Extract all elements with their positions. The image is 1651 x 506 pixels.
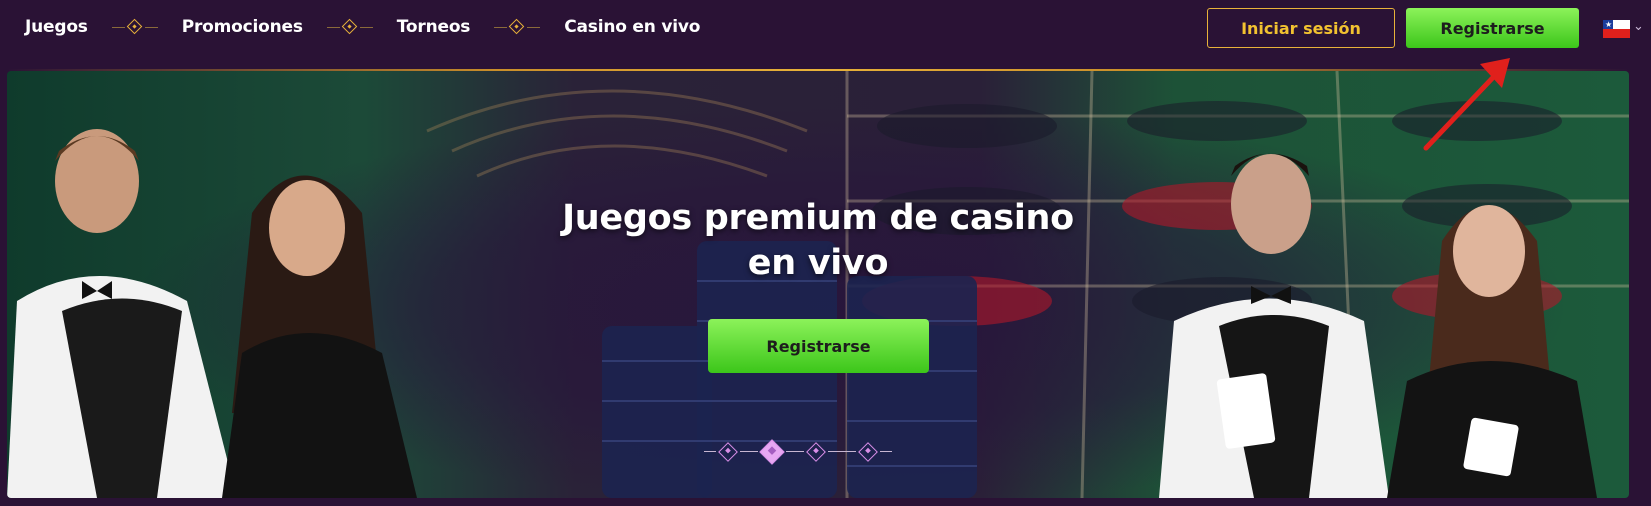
- carousel-dot[interactable]: [718, 442, 738, 462]
- annotation-arrow-icon: [1423, 58, 1510, 151]
- hero-title-line-2: en vivo: [747, 243, 889, 283]
- nav-separator-icon: [111, 18, 158, 35]
- register-button-header[interactable]: Registrarse: [1406, 8, 1579, 48]
- nav-item-torneos[interactable]: Torneos: [397, 17, 471, 37]
- carousel-dot[interactable]: [858, 442, 878, 462]
- language-selector[interactable]: ★ ⌄: [1603, 16, 1647, 42]
- nav-item-promociones[interactable]: Promociones: [182, 17, 303, 37]
- top-navigation-bar: Juegos Promociones Torneos Casino en viv…: [0, 0, 1651, 68]
- carousel-pagination: [704, 439, 934, 465]
- hero-title: Juegos premium de casino en vivo: [7, 196, 1629, 286]
- hero-title-line-1: Juegos premium de casino: [562, 198, 1074, 238]
- male-dealer-right-image: [1159, 153, 1389, 498]
- male-dealer-left-image: [7, 129, 237, 498]
- chile-flag-icon: ★: [1603, 20, 1630, 38]
- carousel-dot-active[interactable]: [759, 439, 785, 465]
- nav-separator-icon: [326, 18, 373, 35]
- login-button[interactable]: Iniciar sesión: [1207, 8, 1395, 48]
- nav-item-juegos[interactable]: Juegos: [25, 17, 88, 37]
- register-button-hero[interactable]: Registrarse: [708, 319, 929, 373]
- nav-separator-icon: [494, 18, 541, 35]
- nav-item-casino-en-vivo[interactable]: Casino en vivo: [564, 17, 700, 37]
- hero-banner: Juegos premium de casino en vivo Registr…: [7, 71, 1629, 498]
- main-nav: Juegos Promociones Torneos Casino en viv…: [25, 0, 700, 54]
- chevron-down-icon: ⌄: [1633, 19, 1644, 34]
- carousel-dot[interactable]: [806, 442, 826, 462]
